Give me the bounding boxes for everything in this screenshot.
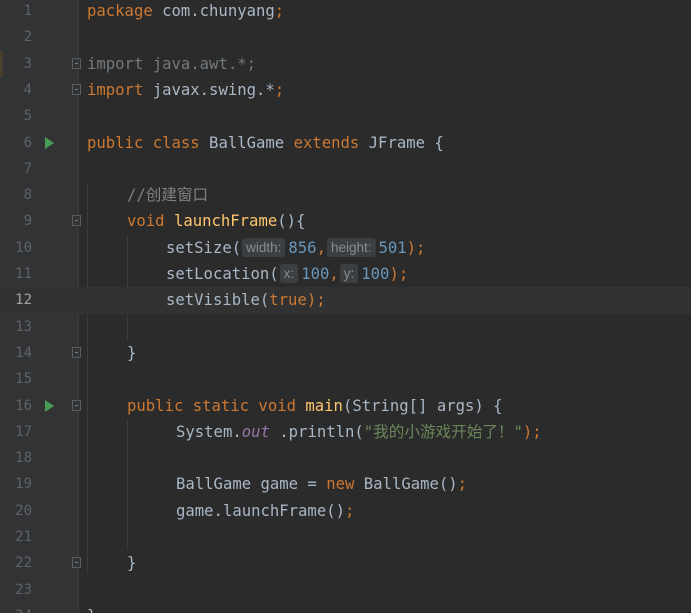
run-icon[interactable] (45, 136, 54, 149)
code-text[interactable]: game.launchFrame(); (176, 498, 354, 524)
line-number: 12 (15, 292, 32, 309)
code-text[interactable]: } (87, 603, 96, 613)
code-text[interactable]: } (127, 340, 136, 366)
code-line[interactable]: 6 public class BallGame extends JFrame { (0, 130, 691, 156)
code-text[interactable]: setLocation(x: 100, y: 100); (166, 261, 408, 287)
code-text[interactable]: import java.awt.*; (87, 51, 256, 77)
code-text[interactable]: setVisible(true); (166, 287, 326, 313)
code-line[interactable]: 10 setSize(width: 856, height: 501); (0, 235, 691, 261)
fold-icon[interactable] (72, 83, 81, 95)
code-line[interactable]: 14 } (0, 340, 691, 366)
line-number: 3 (23, 55, 32, 72)
parameter-hint: height: (326, 237, 376, 257)
code-line[interactable]: 17 System.out .println("我的小游戏开始了！"); (0, 419, 691, 445)
line-number: 14 (15, 344, 32, 361)
line-number: 22 (15, 555, 32, 572)
code-line[interactable]: 1 package com.chunyang; (0, 0, 691, 24)
line-number: 5 (23, 108, 32, 125)
code-line[interactable]: 15 (0, 366, 691, 392)
line-number: 4 (23, 81, 32, 98)
line-number: 19 (15, 476, 32, 493)
line-number: 17 (15, 423, 32, 440)
code-text[interactable]: import javax.swing.*; (87, 77, 284, 103)
line-number: 7 (23, 160, 32, 177)
line-number: 11 (15, 266, 32, 282)
fold-icon[interactable] (72, 346, 81, 358)
code-text[interactable]: BallGame game = new BallGame(); (176, 471, 467, 497)
line-number: 2 (23, 29, 32, 46)
code-line[interactable]: 20 game.launchFrame(); (0, 498, 691, 524)
code-line[interactable]: 23 (0, 577, 691, 603)
line-number: 21 (15, 529, 32, 545)
line-number: 23 (15, 581, 32, 598)
line-number: 16 (15, 397, 32, 414)
line-number: 20 (15, 502, 32, 519)
code-editor[interactable]: 1 package com.chunyang; 2 3 import java.… (0, 0, 691, 613)
code-text[interactable]: void launchFrame(){ (127, 208, 305, 234)
fold-icon[interactable] (72, 57, 81, 69)
line-number: 18 (15, 450, 32, 467)
code-line[interactable]: 21 (0, 524, 691, 550)
parameter-hint: x: (279, 264, 299, 283)
fold-icon[interactable] (72, 557, 81, 569)
code-text[interactable]: setSize(width: 856, height: 501); (166, 235, 425, 261)
fold-icon[interactable] (72, 399, 81, 411)
code-text[interactable]: System.out .println("我的小游戏开始了！"); (176, 419, 542, 445)
code-line[interactable]: 2 (0, 24, 691, 50)
current-code-line[interactable]: 12 setVisible(true); (0, 287, 691, 314)
code-text[interactable]: //创建窗口 (127, 182, 208, 208)
line-number: 15 (15, 371, 32, 388)
code-line[interactable]: 22 } (0, 550, 691, 576)
code-line[interactable]: 13 (0, 314, 691, 340)
code-line[interactable]: 4 import javax.swing.*; (0, 77, 691, 103)
code-line[interactable]: 5 (0, 103, 691, 129)
code-line[interactable]: 8 //创建窗口 (0, 182, 691, 208)
code-text[interactable]: public class BallGame extends JFrame { (87, 130, 444, 156)
code-line[interactable]: 19 BallGame game = new BallGame(); (0, 471, 691, 497)
code-text[interactable]: public static void main(String[] args) { (127, 393, 503, 419)
code-text[interactable]: } (127, 550, 136, 576)
line-number: 24 (0, 603, 32, 613)
run-icon[interactable] (45, 399, 54, 412)
code-line[interactable]: 16 public static void main(String[] args… (0, 393, 691, 419)
code-line[interactable]: 11 setLocation(x: 100, y: 100); (0, 261, 691, 287)
line-number: 6 (23, 134, 32, 151)
code-line[interactable]: 7 (0, 156, 691, 182)
line-number: 1 (23, 3, 32, 19)
code-line[interactable]: 24 } (0, 603, 691, 613)
line-number: 8 (23, 187, 32, 204)
code-line[interactable]: 9 void launchFrame(){ (0, 208, 691, 234)
line-number: 10 (15, 239, 32, 256)
code-line[interactable]: 3 import java.awt.*; (0, 50, 691, 77)
parameter-hint: width: (242, 237, 286, 257)
code-line[interactable]: 18 (0, 445, 691, 471)
line-number: 13 (15, 318, 32, 335)
code-text[interactable]: package com.chunyang; (87, 0, 284, 24)
fold-icon[interactable] (72, 215, 81, 227)
parameter-hint: y: (339, 264, 359, 283)
line-number: 9 (23, 213, 32, 230)
